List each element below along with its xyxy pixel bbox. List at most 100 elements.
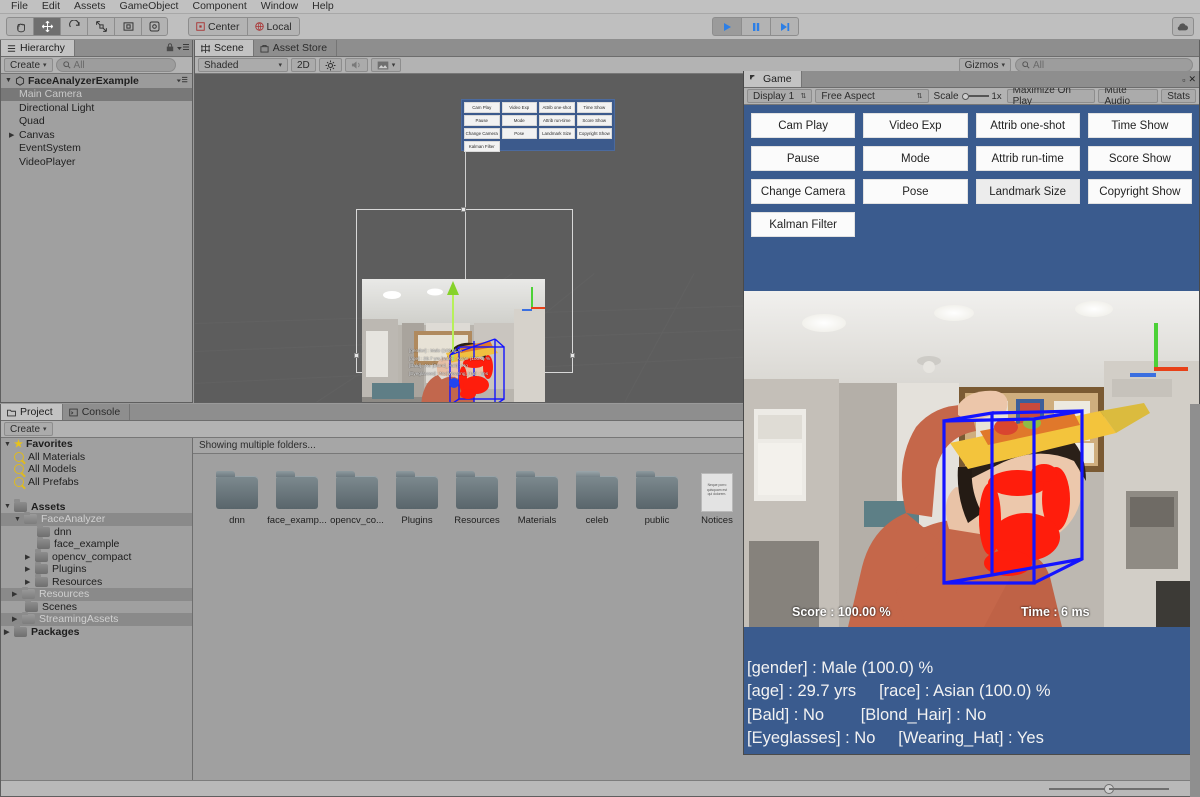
menu-item-edit[interactable]: Edit [35, 0, 67, 13]
chevron-right-icon[interactable]: ▶ [12, 615, 22, 623]
scene-overlay-button-video-exp[interactable]: Video Exp [501, 102, 537, 113]
chevron-down-icon[interactable]: ▼ [4, 441, 14, 448]
hierarchy-item-main-camera[interactable]: Main Camera [1, 87, 192, 101]
asset-item-dnn[interactable]: dnn [207, 471, 267, 526]
display-dropdown[interactable]: Display 1 ⇅ [747, 89, 813, 103]
project-tree-item-streamingassets[interactable]: ▶ StreamingAssets [1, 611, 192, 626]
scene-audio-toggle[interactable] [344, 58, 368, 72]
game-button-pause[interactable]: Pause [751, 146, 856, 171]
hierarchy-scene-root[interactable]: ▼ FaceAnalyzerExample [1, 74, 192, 88]
menu-item-component[interactable]: Component [185, 0, 253, 13]
asset-item-plugins[interactable]: Plugins [387, 471, 447, 526]
hierarchy-item-eventsystem[interactable]: EventSystem [1, 142, 192, 156]
chevron-right-icon[interactable]: ▶ [12, 590, 22, 598]
tab-scene[interactable]: Scene [195, 40, 254, 56]
game-viewport[interactable]: Cam Play Video Exp Attrib one-shot Time … [744, 105, 1199, 754]
game-button-landmark-size[interactable]: Landmark Size [975, 179, 1080, 204]
hierarchy-search-input[interactable]: All [55, 58, 176, 72]
scene-overlay-button-copyright-show[interactable]: Copyright Show [576, 128, 612, 139]
hand-tool-button[interactable] [6, 17, 33, 36]
scene-2d-toggle[interactable]: 2D [291, 58, 316, 72]
menu-item-assets[interactable]: Assets [67, 0, 113, 13]
scale-slider[interactable] [961, 92, 989, 100]
project-create-button[interactable]: Create ▾ [4, 422, 53, 436]
scene-overlay-button-change-camera[interactable]: Change Camera [464, 128, 500, 139]
close-icon[interactable]: ✕ [1188, 74, 1196, 85]
hierarchy-item-videoplayer[interactable]: VideoPlayer [1, 155, 192, 169]
asset-item-face-example[interactable]: face_examp... [267, 471, 327, 526]
chevron-down-icon[interactable]: ▼ [14, 516, 24, 523]
scene-fx-dropdown[interactable]: ▾ [370, 58, 402, 72]
game-button-score-show[interactable]: Score Show [1087, 146, 1192, 171]
scene-menu-icon[interactable] [176, 75, 188, 87]
tab-hierarchy[interactable]: Hierarchy [1, 40, 75, 56]
scene-overlay-button-attrib-run-time[interactable]: Attrib run-time [539, 115, 575, 126]
game-button-kalman-filter[interactable]: Kalman Filter [751, 212, 856, 237]
scene-overlay-button-landmark-size[interactable]: Landmark Size [539, 128, 575, 139]
project-tree-item-packages[interactable]: ▶ Packages [1, 624, 192, 639]
scene-overlay-button-cam-play[interactable]: Cam Play [464, 102, 500, 113]
tab-console[interactable]: Console [62, 404, 131, 420]
asset-item-resources[interactable]: Resources [447, 471, 507, 526]
rotate-tool-button[interactable] [60, 17, 87, 36]
menu-item-window[interactable]: Window [254, 0, 305, 13]
chevron-right-icon[interactable]: ▶ [25, 553, 35, 561]
chevron-right-icon[interactable]: ▶ [4, 628, 14, 636]
rect-tool-button[interactable] [114, 17, 141, 36]
scene-overlay-button-kalman-filter[interactable]: Kalman Filter [464, 141, 500, 152]
asset-item-opencv-compact[interactable]: opencv_co... [327, 471, 387, 526]
project-vertical-scrollbar[interactable] [1190, 404, 1200, 797]
project-tree[interactable]: ▼ ★ Favorites All Materials All Models A… [1, 438, 193, 780]
chevron-right-icon[interactable]: ▶ [25, 565, 35, 573]
project-tree-item-all-models[interactable]: All Models [1, 463, 192, 476]
tab-game[interactable]: Game [744, 71, 802, 87]
cloud-button[interactable] [1172, 17, 1194, 36]
scene-search-input[interactable]: All [1015, 58, 1193, 72]
maximize-icon[interactable]: ▫ [1182, 75, 1185, 85]
project-tree-item-all-materials[interactable]: All Materials [1, 451, 192, 464]
play-button[interactable] [712, 17, 741, 36]
asset-item-materials[interactable]: Materials [507, 471, 567, 526]
transform-tool-button[interactable] [141, 17, 168, 36]
mute-audio-toggle[interactable]: Mute Audio [1098, 85, 1159, 107]
tab-project[interactable]: Project [1, 404, 63, 420]
scene-overlay-button-score-show[interactable]: Score Show [576, 115, 612, 126]
asset-item-celeb[interactable]: celeb [567, 471, 627, 526]
aspect-dropdown[interactable]: Free Aspect ⇅ [815, 89, 929, 103]
game-button-attrib-run-time[interactable]: Attrib run-time [975, 146, 1080, 171]
step-button[interactable] [770, 17, 799, 36]
menu-item-file[interactable]: File [4, 0, 35, 13]
game-button-attrib-one-shot[interactable]: Attrib one-shot [975, 113, 1080, 138]
project-tree-item-faceanalyzer[interactable]: ▼ FaceAnalyzer [1, 511, 192, 526]
pause-button[interactable] [741, 17, 770, 36]
project-tree-item-resources-inner[interactable]: ▶ Resources [1, 574, 192, 589]
asset-item-public[interactable]: public [627, 471, 687, 526]
scene-overlay-button-mode[interactable]: Mode [501, 115, 537, 126]
project-tree-item-face-example[interactable]: face_example [1, 536, 192, 551]
scene-overlay-button-pose[interactable]: Pose [501, 128, 537, 139]
scale-slider-group[interactable]: Scale 1x [932, 91, 1004, 102]
pivot-mode-button[interactable]: Center [188, 17, 247, 36]
chevron-right-icon[interactable]: ▶ [25, 578, 35, 586]
game-button-copyright-show[interactable]: Copyright Show [1087, 179, 1192, 204]
game-button-time-show[interactable]: Time Show [1087, 113, 1192, 138]
move-tool-button[interactable] [33, 17, 60, 36]
project-tree-item-all-prefabs[interactable]: All Prefabs [1, 476, 192, 489]
chevron-right-icon[interactable]: ▶ [9, 131, 19, 139]
project-tree-item-assets[interactable]: ▼ Assets [1, 499, 192, 514]
project-tree-item-opencv-compact[interactable]: ▶ opencv_compact [1, 549, 192, 564]
game-button-mode[interactable]: Mode [863, 146, 968, 171]
scene-overlay-button-attrib-one-shot[interactable]: Attrib one-shot [539, 102, 575, 113]
tab-asset-store[interactable]: Asset Store [253, 40, 338, 56]
scene-lighting-toggle[interactable] [318, 58, 342, 72]
chevron-down-icon[interactable]: ▼ [5, 77, 15, 84]
asset-zoom-slider[interactable] [1049, 783, 1169, 794]
scene-overlay-button-time-show[interactable]: Time Show [576, 102, 612, 113]
chevron-down-icon[interactable]: ▼ [4, 503, 14, 510]
menu-item-gameobject[interactable]: GameObject [113, 0, 186, 13]
hierarchy-item-canvas[interactable]: ▶ Canvas [1, 128, 192, 142]
project-tree-item-dnn[interactable]: dnn [1, 524, 192, 539]
shading-mode-dropdown[interactable]: Shaded ▾ [198, 58, 288, 72]
game-button-change-camera[interactable]: Change Camera [751, 179, 856, 204]
game-button-pose[interactable]: Pose [863, 179, 968, 204]
